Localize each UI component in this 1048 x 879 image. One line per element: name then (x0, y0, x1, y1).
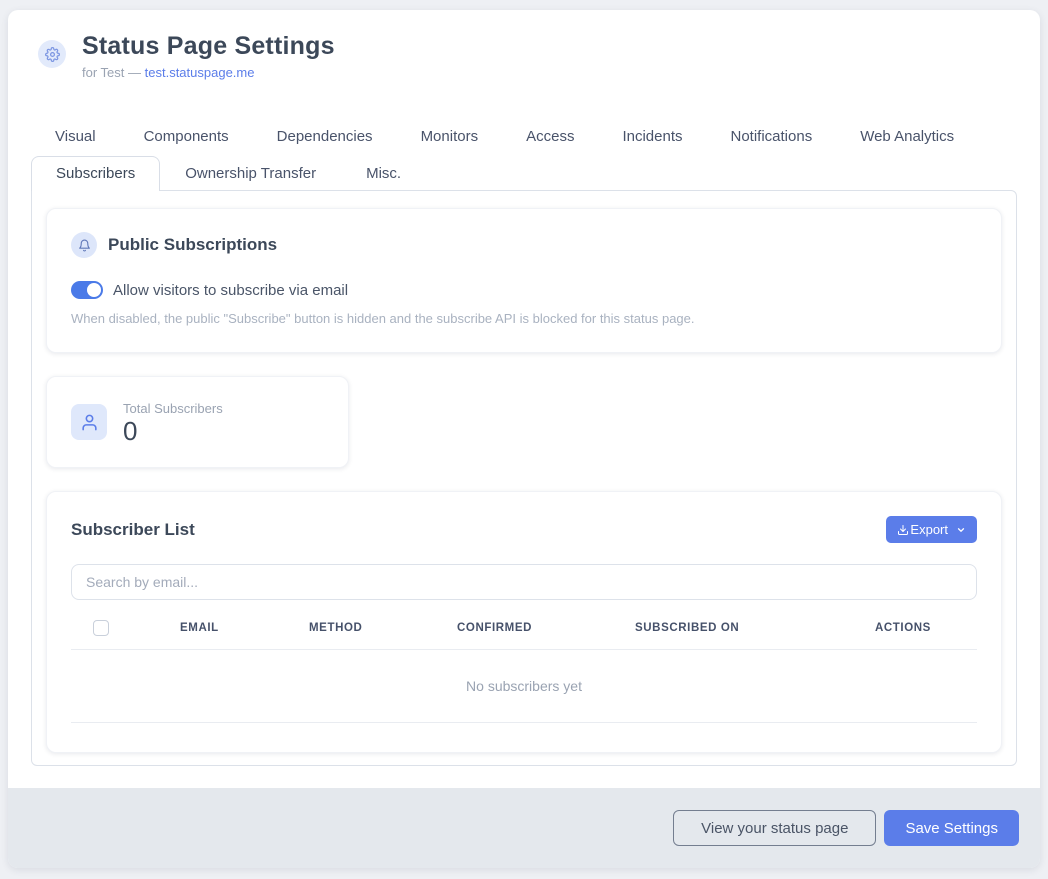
card-body: Status Page Settings for Test — test.sta… (8, 10, 1040, 788)
save-settings-button[interactable]: Save Settings (884, 810, 1019, 846)
view-status-page-button[interactable]: View your status page (673, 810, 876, 846)
public-subscriptions-card: Public Subscriptions Allow visitors to s… (46, 208, 1002, 353)
page-title: Status Page Settings (82, 32, 335, 61)
tab-visual[interactable]: Visual (31, 122, 120, 151)
subscriber-list-title: Subscriber List (71, 520, 195, 540)
subscribe-toggle[interactable] (71, 281, 103, 299)
tab-web-analytics[interactable]: Web Analytics (836, 122, 978, 151)
chevron-down-icon (956, 525, 966, 535)
subscribe-help-text: When disabled, the public "Subscribe" bu… (71, 311, 977, 326)
tab-ownership-transfer[interactable]: Ownership Transfer (160, 156, 341, 190)
tab-monitors[interactable]: Monitors (397, 122, 503, 151)
tab-dependencies[interactable]: Dependencies (253, 122, 397, 151)
page-header: Status Page Settings for Test — test.sta… (38, 32, 1017, 80)
total-subscribers-card: Total Subscribers 0 (46, 376, 349, 468)
public-subscriptions-header: Public Subscriptions (71, 232, 977, 258)
subscriber-list-header: Subscriber List Export (71, 516, 977, 543)
table-header-row: EMAIL METHOD CONFIRMED SUBSCRIBED ON ACT… (71, 620, 977, 650)
column-actions: ACTIONS (875, 622, 977, 634)
subscriber-list-card: Subscriber List Export EMAIL (46, 491, 1002, 753)
toggle-knob (87, 283, 101, 297)
settings-card: Status Page Settings for Test — test.sta… (8, 10, 1040, 868)
stat-text: Total Subscribers 0 (123, 401, 223, 444)
subscribe-toggle-row: Allow visitors to subscribe via email (71, 281, 977, 299)
status-page-link[interactable]: test.statuspage.me (145, 65, 255, 80)
gear-icon (38, 40, 66, 68)
search-input[interactable] (71, 564, 977, 600)
column-subscribed-on: SUBSCRIBED ON (635, 622, 875, 634)
select-all-checkbox[interactable] (93, 620, 109, 636)
export-button-label: Export (910, 522, 948, 537)
column-email: EMAIL (180, 622, 309, 634)
tab-bar-primary: Visual Components Dependencies Monitors … (31, 122, 1017, 151)
tab-misc[interactable]: Misc. (341, 156, 426, 190)
subtitle-prefix: for Test — (82, 65, 145, 80)
export-button[interactable]: Export (886, 516, 977, 543)
tab-bar-secondary: Subscribers Ownership Transfer Misc. (31, 156, 1017, 190)
select-all-cell (71, 620, 180, 636)
bell-icon (71, 232, 97, 258)
column-confirmed: CONFIRMED (457, 622, 635, 634)
tab-subscribers[interactable]: Subscribers (31, 156, 160, 191)
download-icon (897, 524, 909, 536)
public-subscriptions-title: Public Subscriptions (108, 235, 277, 255)
tab-components[interactable]: Components (120, 122, 253, 151)
table-empty-row: No subscribers yet (71, 650, 977, 723)
column-method: METHOD (309, 622, 457, 634)
stat-value: 0 (123, 418, 223, 444)
tab-incidents[interactable]: Incidents (598, 122, 706, 151)
card-footer: View your status page Save Settings (8, 788, 1040, 868)
tab-notifications[interactable]: Notifications (707, 122, 837, 151)
subscribers-panel: Public Subscriptions Allow visitors to s… (31, 190, 1017, 766)
user-icon (71, 404, 107, 440)
empty-state-text: No subscribers yet (466, 678, 582, 694)
stat-label: Total Subscribers (123, 401, 223, 416)
tab-access[interactable]: Access (502, 122, 598, 151)
subscribe-toggle-label: Allow visitors to subscribe via email (113, 282, 348, 299)
page-header-text: Status Page Settings for Test — test.sta… (82, 32, 335, 80)
page-subtitle: for Test — test.statuspage.me (82, 65, 335, 80)
